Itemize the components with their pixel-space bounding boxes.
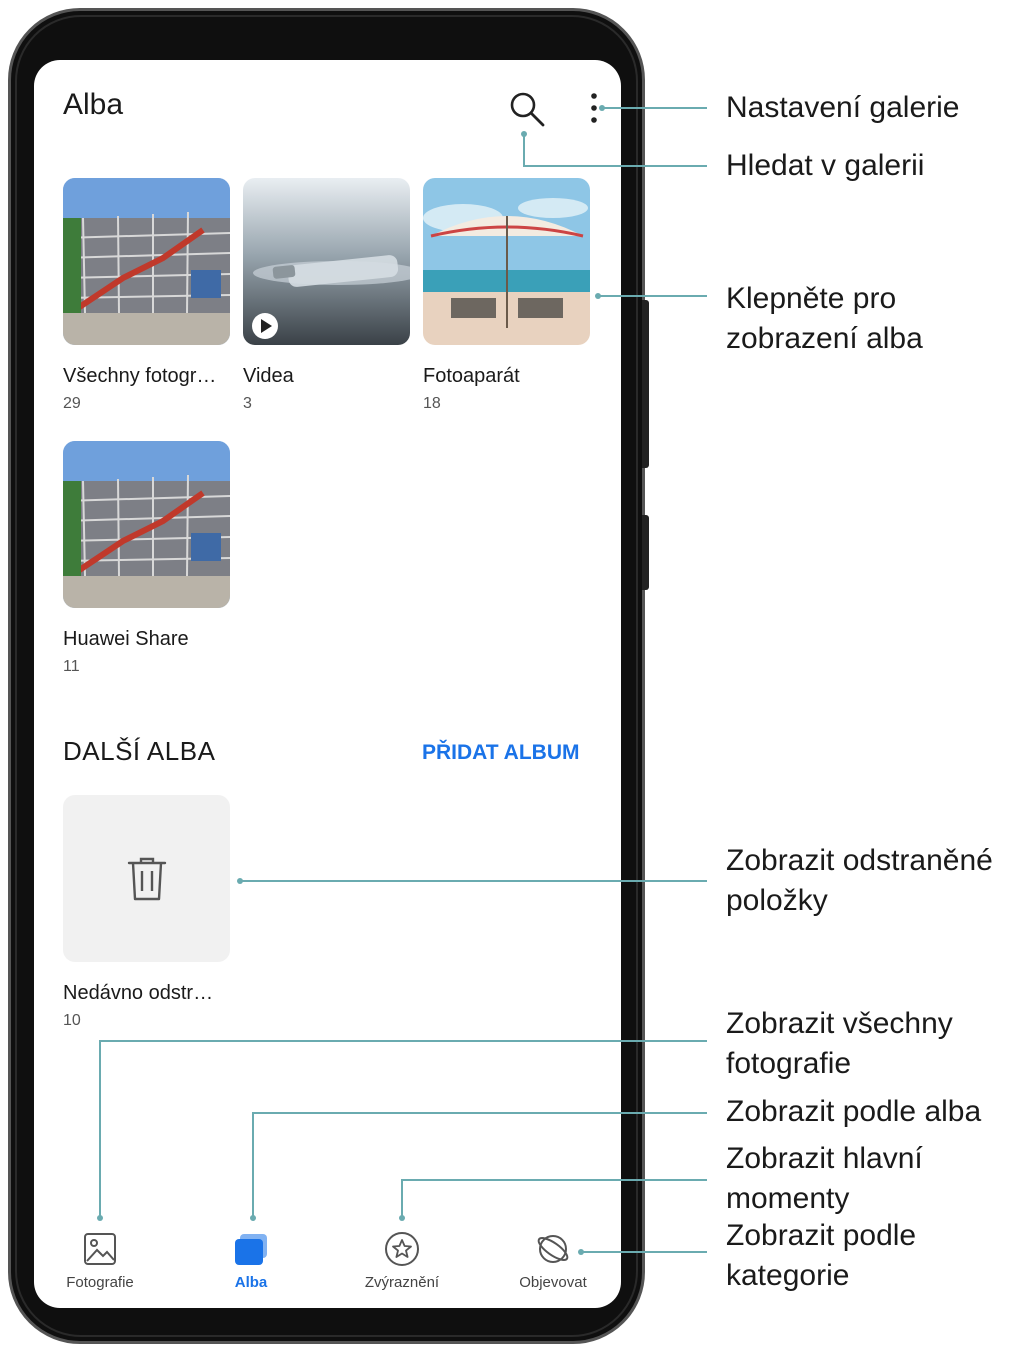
callout-line: fotografie bbox=[726, 1047, 852, 1080]
callout-line: zobrazení alba bbox=[726, 322, 923, 355]
callout-line: Klepněte pro bbox=[726, 282, 897, 315]
callout-settings: Nastavení galerie bbox=[726, 91, 960, 124]
callout-line: Zobrazit odstraněné bbox=[726, 844, 993, 877]
callout-open-album: Klepněte pro zobrazení alba bbox=[726, 279, 923, 359]
callout-deleted: Zobrazit odstraněné položky bbox=[726, 841, 993, 921]
callout-line: Zobrazit všechny bbox=[726, 1007, 953, 1040]
callout-search: Hledat v galerii bbox=[726, 149, 925, 182]
callout-highlights: Zobrazit hlavní momenty bbox=[726, 1139, 923, 1219]
callout-line: Zobrazit podle bbox=[726, 1219, 917, 1252]
callout-line: položky bbox=[726, 884, 828, 917]
callout-line: kategorie bbox=[726, 1259, 850, 1292]
callout-line: momenty bbox=[726, 1182, 850, 1215]
callout-by-category: Zobrazit podle kategorie bbox=[726, 1216, 916, 1296]
callout-line: Zobrazit hlavní bbox=[726, 1142, 923, 1175]
callout-all-photos: Zobrazit všechny fotografie bbox=[726, 1004, 953, 1084]
callout-by-album: Zobrazit podle alba bbox=[726, 1095, 982, 1128]
